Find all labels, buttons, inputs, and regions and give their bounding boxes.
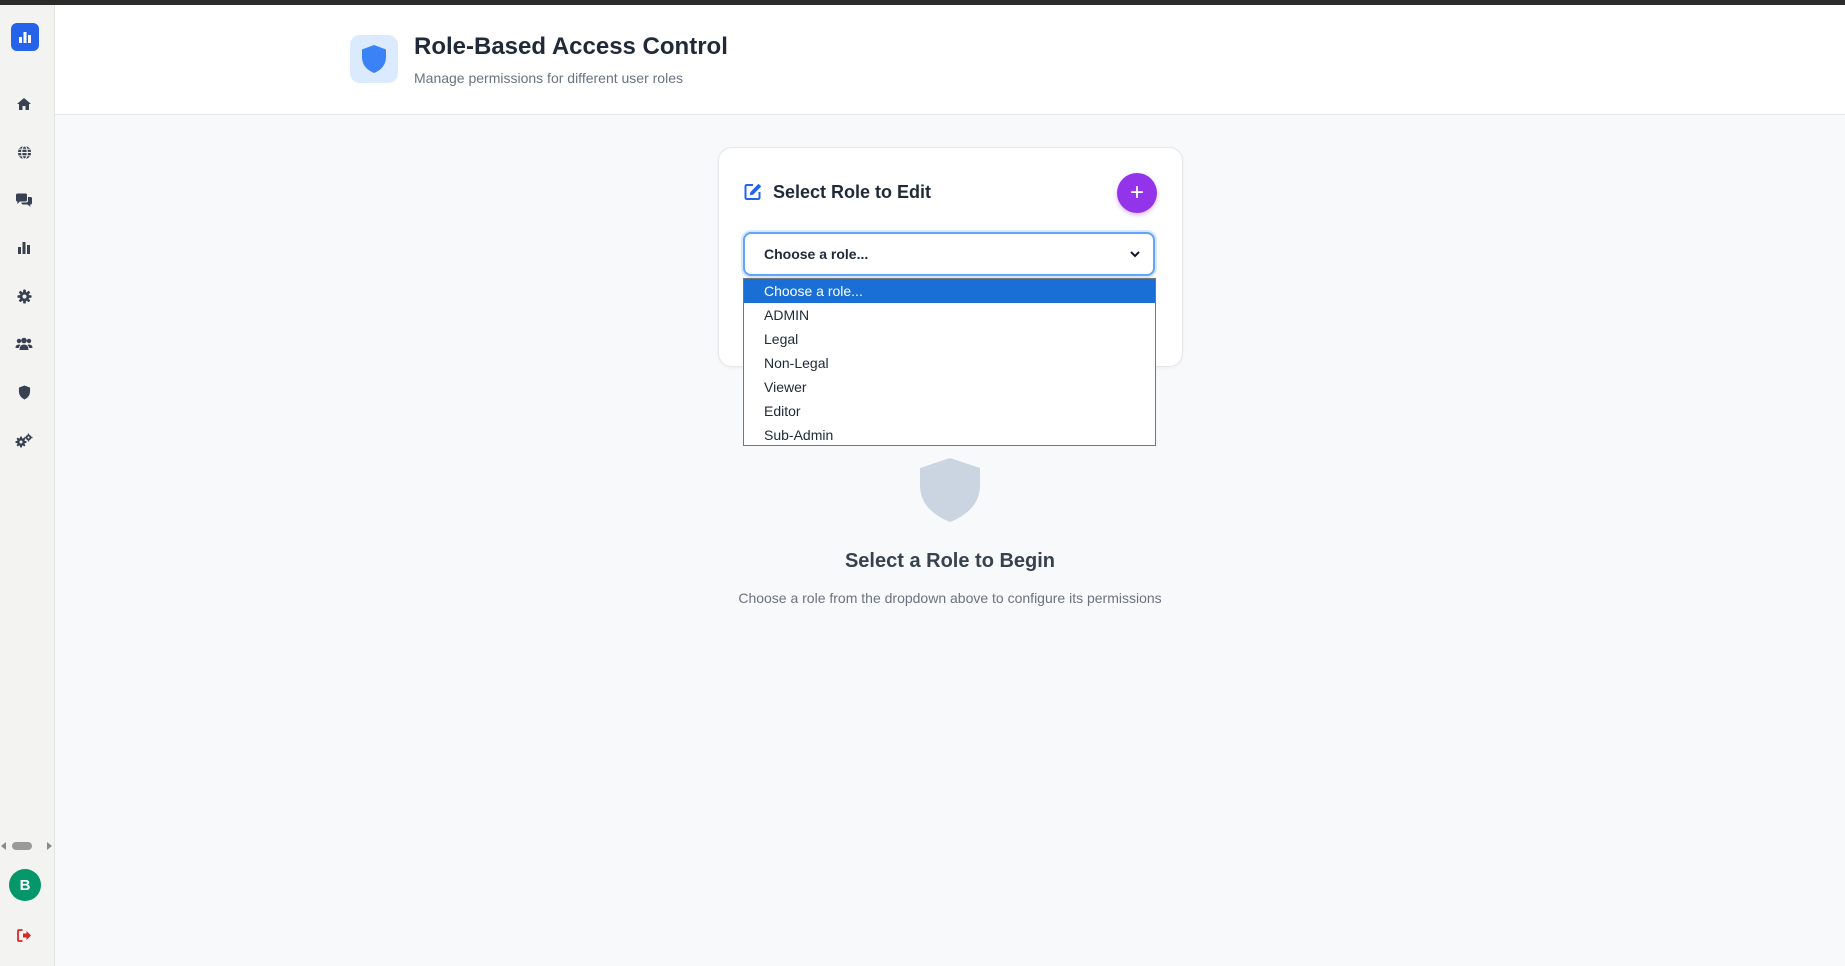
avatar[interactable]: B: [9, 869, 41, 901]
globe-icon: [17, 144, 31, 160]
sidebar-item-home[interactable]: [13, 93, 35, 115]
page-subtitle: Manage permissions for different user ro…: [414, 70, 683, 86]
dropdown-option[interactable]: Editor: [744, 399, 1155, 423]
sidebar-item-settings[interactable]: [13, 285, 35, 307]
home-icon: [17, 98, 31, 110]
gears-icon: [15, 433, 33, 447]
dropdown-option[interactable]: Choose a role...: [744, 279, 1155, 303]
app-logo[interactable]: [11, 23, 39, 51]
chat-icon: [16, 193, 32, 207]
shield-icon: [18, 385, 30, 399]
bar-chart-icon: [19, 32, 31, 43]
edit-icon: [744, 183, 762, 200]
sidebar-horizontal-scrollbar[interactable]: [0, 838, 54, 854]
logout-button[interactable]: [14, 925, 34, 945]
header-shield-badge: [350, 35, 398, 83]
sidebar-item-analytics[interactable]: [13, 237, 35, 259]
role-select[interactable]: Choose a role...: [743, 232, 1155, 276]
sidebar-item-users[interactable]: [13, 333, 35, 355]
bar-chart-icon: [18, 242, 30, 254]
empty-state-shield-icon: [920, 458, 980, 522]
page-title: Role-Based Access Control: [414, 33, 728, 60]
dropdown-option[interactable]: Non-Legal: [744, 351, 1155, 375]
role-select-value: Choose a role...: [764, 246, 869, 262]
role-dropdown-list: Choose a role... ADMIN Legal Non-Legal V…: [743, 278, 1156, 446]
chevron-down-icon: [1130, 251, 1140, 258]
sidebar-item-advanced-settings[interactable]: [13, 429, 35, 451]
add-role-button[interactable]: +: [1117, 173, 1157, 213]
dropdown-option[interactable]: ADMIN: [744, 303, 1155, 327]
dropdown-option[interactable]: Viewer: [744, 375, 1155, 399]
sidebar-item-globe[interactable]: [13, 141, 35, 163]
dropdown-option[interactable]: Legal: [744, 327, 1155, 351]
avatar-initial: B: [19, 876, 31, 894]
gear-icon: [16, 288, 32, 304]
card-title: Select Role to Edit: [773, 182, 932, 202]
shield-icon: [362, 45, 386, 73]
empty-state-description: Choose a role from the dropdown above to…: [738, 590, 1162, 606]
empty-state-title: Select a Role to Begin: [844, 550, 1056, 572]
sidebar: B: [0, 5, 55, 966]
sidebar-item-messages[interactable]: [13, 189, 35, 211]
page-header: Role-Based Access Control Manage permiss…: [55, 5, 1845, 115]
users-icon: [15, 337, 33, 350]
sidebar-item-security[interactable]: [13, 381, 35, 403]
dropdown-option[interactable]: Sub-Admin: [744, 423, 1155, 447]
sign-out-icon: [16, 928, 31, 942]
